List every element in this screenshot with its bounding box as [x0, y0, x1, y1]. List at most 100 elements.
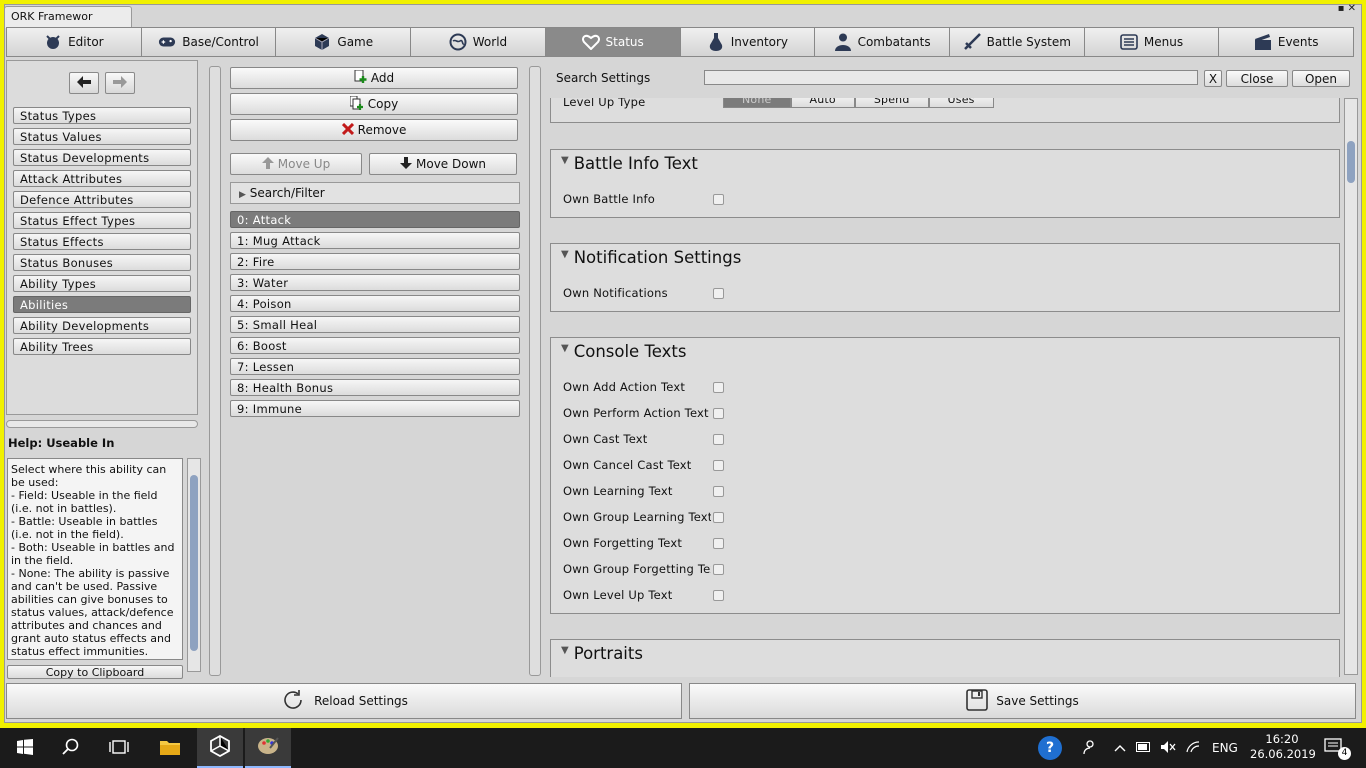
list-item[interactable]: 6: Boost — [230, 337, 520, 354]
close-all-button[interactable]: Close — [1226, 70, 1288, 87]
clock[interactable]: 16:20 26.06.2019 — [1250, 732, 1316, 762]
help-scrollbar[interactable] — [187, 458, 201, 672]
start-button[interactable] — [2, 728, 48, 768]
portraits-foldout[interactable]: ▼ Portraits — [561, 644, 643, 663]
move-down-button[interactable]: Move Down — [369, 153, 517, 175]
list-item[interactable]: 8: Health Bonus — [230, 379, 520, 396]
tab-combatants[interactable]: Combatants — [815, 28, 950, 56]
help-scroll-thumb[interactable] — [190, 475, 198, 651]
cube-icon — [313, 33, 331, 51]
main-tabs: Editor Base/Control Game World Status In… — [6, 27, 1354, 57]
nav-item-attack-attributes[interactable]: Attack Attributes — [13, 170, 191, 187]
file-explorer-button[interactable] — [147, 728, 193, 768]
paint-taskbar-button[interactable] — [245, 728, 291, 768]
world-icon — [449, 33, 467, 51]
console-checkbox[interactable] — [713, 486, 724, 497]
chevron-up-icon[interactable] — [1114, 741, 1126, 755]
help-icon[interactable]: ? — [1038, 736, 1062, 760]
window-controls[interactable]: ▪ ✕ — [1338, 4, 1356, 14]
nav-item-status-developments[interactable]: Status Developments — [13, 149, 191, 166]
nav-item-status-bonuses[interactable]: Status Bonuses — [13, 254, 191, 271]
console-checkbox[interactable] — [713, 408, 724, 419]
list-item[interactable]: 3: Water — [230, 274, 520, 291]
action-center-button[interactable]: 4 — [1324, 728, 1351, 768]
folder-icon — [159, 738, 181, 759]
console-checkbox[interactable] — [713, 590, 724, 601]
tab-battle-system[interactable]: Battle System — [949, 28, 1085, 56]
nav-item-ability-types[interactable]: Ability Types — [13, 275, 191, 292]
list-item[interactable]: 2: Fire — [230, 253, 520, 270]
console-checkbox[interactable] — [713, 512, 724, 523]
console-texts-foldout[interactable]: ▼ Console Texts — [561, 342, 686, 361]
forward-button[interactable] — [105, 72, 135, 94]
tab-status[interactable]: Status — [545, 28, 681, 56]
battery-icon[interactable] — [1136, 741, 1152, 755]
search-button[interactable] — [48, 728, 94, 768]
task-view-button[interactable] — [96, 728, 142, 768]
own-notifications-checkbox[interactable] — [713, 288, 724, 299]
console-checkbox[interactable] — [713, 460, 724, 471]
middle-splitter[interactable] — [529, 66, 541, 676]
list-item[interactable]: 4: Poison — [230, 295, 520, 312]
window-title-tab[interactable]: ORK Framewor — [4, 6, 132, 28]
back-button[interactable] — [69, 72, 99, 94]
nav-item-abilities[interactable]: Abilities — [13, 296, 191, 313]
nav-item-status-values[interactable]: Status Values — [13, 128, 191, 145]
language-indicator[interactable]: ENG — [1212, 741, 1238, 755]
nav-item-status-effect-types[interactable]: Status Effect Types — [13, 212, 191, 229]
nav-item-ability-trees[interactable]: Ability Trees — [13, 338, 191, 355]
tab-base-control[interactable]: Base/Control — [141, 28, 277, 56]
own-battle-info-checkbox[interactable] — [713, 194, 724, 205]
clear-search-button[interactable]: X — [1204, 70, 1222, 87]
console-checkbox[interactable] — [713, 382, 724, 393]
remove-button[interactable]: Remove — [230, 119, 518, 141]
unity-taskbar-button[interactable] — [197, 728, 243, 768]
nav-item-status-effects[interactable]: Status Effects — [13, 233, 191, 250]
tab-world[interactable]: World — [411, 28, 546, 56]
tab-inventory[interactable]: Inventory — [680, 28, 816, 56]
volume-muted-icon[interactable] — [1160, 740, 1176, 757]
level-up-option-uses[interactable]: Uses — [928, 98, 994, 108]
nav-item-defence-attributes[interactable]: Defence Attributes — [13, 191, 191, 208]
battle-info-foldout[interactable]: ▼ Battle Info Text — [561, 154, 698, 173]
reload-settings-button[interactable]: Reload Settings — [6, 683, 682, 719]
list-item[interactable]: 7: Lessen — [230, 358, 520, 375]
list-item[interactable]: 0: Attack — [230, 211, 520, 228]
console-checkbox[interactable] — [713, 538, 724, 549]
copy-button[interactable]: Copy — [230, 93, 518, 115]
level-up-option-auto[interactable]: Auto — [790, 98, 855, 108]
nav-item-status-types[interactable]: Status Types — [13, 107, 191, 124]
tab-menus[interactable]: Menus — [1084, 28, 1220, 56]
potion-icon — [707, 33, 725, 51]
open-all-button[interactable]: Open — [1292, 70, 1350, 87]
level-up-option-spend[interactable]: Spend — [854, 98, 929, 108]
level-up-option-none[interactable]: None — [723, 98, 791, 108]
search-settings-input[interactable] — [704, 70, 1198, 85]
console-checkbox[interactable] — [713, 564, 724, 575]
search-settings-bar: Search Settings X Close Open — [546, 60, 1360, 96]
search-filter-foldout[interactable]: ▶ Search/Filter — [230, 182, 520, 204]
list-item[interactable]: 5: Small Heal — [230, 316, 520, 333]
copy-to-clipboard-button[interactable]: Copy to Clipboard — [7, 665, 183, 679]
save-settings-button[interactable]: Save Settings — [689, 683, 1356, 719]
list-item[interactable]: 1: Mug Attack — [230, 232, 520, 249]
add-button[interactable]: Add — [230, 67, 518, 89]
console-checkbox[interactable] — [713, 434, 724, 445]
wifi-icon[interactable] — [1186, 740, 1200, 756]
people-icon[interactable] — [1080, 739, 1096, 758]
settings-scrollbar[interactable] — [1344, 98, 1358, 675]
tab-editor[interactable]: Editor — [7, 28, 142, 56]
left-splitter[interactable] — [209, 66, 221, 676]
tab-events[interactable]: Events — [1219, 28, 1354, 56]
settings-scroll-thumb[interactable] — [1347, 141, 1355, 183]
person-icon — [834, 33, 852, 51]
clapper-icon — [1254, 33, 1272, 51]
move-up-button[interactable]: Move Up — [230, 153, 362, 175]
tab-game[interactable]: Game — [276, 28, 412, 56]
nav-item-ability-developments[interactable]: Ability Developments — [13, 317, 191, 334]
ability-list: 0: Attack 1: Mug Attack 2: Fire 3: Water… — [230, 211, 520, 421]
list-item[interactable]: 9: Immune — [230, 400, 520, 417]
save-icon — [966, 688, 989, 714]
notification-foldout[interactable]: ▼ Notification Settings — [561, 248, 741, 267]
nav-horizontal-scrollbar[interactable] — [6, 420, 198, 428]
